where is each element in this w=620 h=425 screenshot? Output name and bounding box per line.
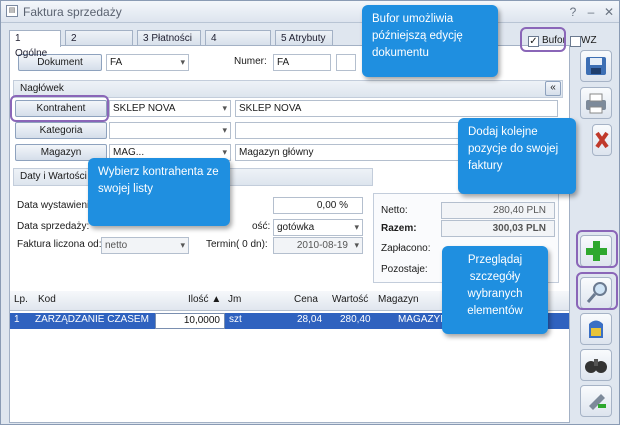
col-ilosc[interactable]: Ilość ▲: [188, 294, 221, 305]
col-kod[interactable]: Kod: [38, 294, 56, 305]
close-icon[interactable]: ✕: [602, 5, 616, 19]
rabat-field[interactable]: 0,00 %: [273, 197, 363, 214]
netto-label: Netto:: [381, 205, 408, 216]
termin-field[interactable]: 2010-08-19: [273, 237, 363, 254]
numer-field[interactable]: FA: [273, 54, 331, 71]
kontrahent-name-field[interactable]: SKLEP NOVA: [235, 100, 558, 117]
save-icon: [586, 57, 606, 75]
kategoria-button[interactable]: Kategoria: [15, 122, 107, 139]
tab-atrybuty[interactable]: 5 Atrybuty: [275, 30, 333, 46]
add-item-highlight: [576, 230, 618, 268]
cell-magazyn: MAGAZYN: [398, 314, 448, 325]
faktura-liczona-select[interactable]: netto: [101, 237, 189, 254]
termin-label: Termin( 0 dn):: [206, 239, 268, 250]
preview-highlight: [576, 272, 618, 310]
kontrahent-callout: Wybierz kontrahenta ze swojej listy: [88, 158, 230, 226]
faktura-liczona-label: Faktura liczona od:: [17, 239, 102, 250]
kategoria-select[interactable]: [109, 122, 231, 139]
bufor-highlight: [520, 27, 566, 52]
package-icon: [589, 320, 603, 338]
col-ilosc-label: Ilość: [188, 294, 209, 305]
col-wartosc[interactable]: Wartość: [332, 294, 368, 305]
search-button[interactable]: [580, 349, 612, 381]
scanner-icon: [589, 394, 606, 410]
tab-platnosci[interactable]: 3 Płatności: [137, 30, 201, 46]
col-jm[interactable]: Jm: [228, 294, 241, 305]
tab-ogolne[interactable]: 1 Ogólne: [9, 30, 61, 59]
kontrahent-highlight: [10, 95, 109, 122]
binoculars-icon: [585, 359, 607, 373]
pozostaje-label: Pozostaje:: [381, 264, 428, 275]
delete-icon: [595, 131, 609, 149]
razem-label: Razem:: [381, 223, 417, 234]
zaplacono-label: Zapłacono:: [381, 243, 431, 254]
save-button[interactable]: [580, 50, 612, 82]
minimize-icon[interactable]: –: [584, 5, 598, 19]
cell-kod: ZARZĄDZANIE CZASEM: [35, 314, 149, 325]
data-sprzedazy-label: Data sprzedaży:: [17, 221, 90, 232]
cell-wartosc: 280,40: [340, 314, 371, 325]
delete-button[interactable]: [592, 124, 612, 156]
col-lp[interactable]: Lp.: [14, 294, 28, 305]
title-bar: ▤ Faktura sprzedaży ? – ✕: [1, 1, 619, 23]
data-wystawienia-label: Data wystawienia: [17, 200, 95, 211]
cell-jm: szt: [229, 314, 242, 325]
app-icon: ▤: [6, 5, 18, 17]
col-cena[interactable]: Cena: [294, 294, 318, 305]
cell-ilosc-editor[interactable]: 10,0000: [155, 313, 225, 329]
col-magazyn[interactable]: Magazyn: [378, 294, 419, 305]
scanner-button[interactable]: [580, 385, 612, 417]
netto-value: 280,40 PLN: [441, 202, 555, 219]
platnosc-label: ość:: [252, 221, 271, 232]
kontrahent-code-select[interactable]: SKLEP NOVA: [109, 100, 231, 117]
sort-asc-icon: ▲: [211, 294, 222, 305]
platnosc-select[interactable]: gotówka: [273, 219, 363, 236]
collapse-icon[interactable]: «: [545, 81, 561, 96]
dokument-select[interactable]: FA: [106, 54, 189, 71]
bufor-callout: Bufor umożliwia późniejszą edycję dokume…: [362, 5, 498, 77]
tab-kontrahent[interactable]: 2 Kontrahent: [65, 30, 133, 59]
cell-cena: 28,04: [297, 314, 323, 325]
przegladaj-callout: Przeglądaj szczegóły wybranych elementów: [442, 246, 548, 334]
print-icon: [586, 93, 606, 114]
print-button[interactable]: [580, 87, 612, 119]
tab-dokumenty[interactable]: 4 Dokumenty: [205, 30, 271, 59]
package-button[interactable]: [580, 313, 612, 345]
window-title: Faktura sprzedaży: [23, 5, 122, 19]
numer-label: Numer:: [234, 56, 267, 67]
help-icon[interactable]: ?: [566, 5, 580, 19]
dodaj-callout: Dodaj kolejne pozycje do swojej faktury: [458, 118, 576, 194]
numer-suffix-field[interactable]: [336, 54, 356, 71]
razem-value: 300,03 PLN: [441, 220, 555, 237]
cell-lp: 1: [14, 314, 20, 325]
